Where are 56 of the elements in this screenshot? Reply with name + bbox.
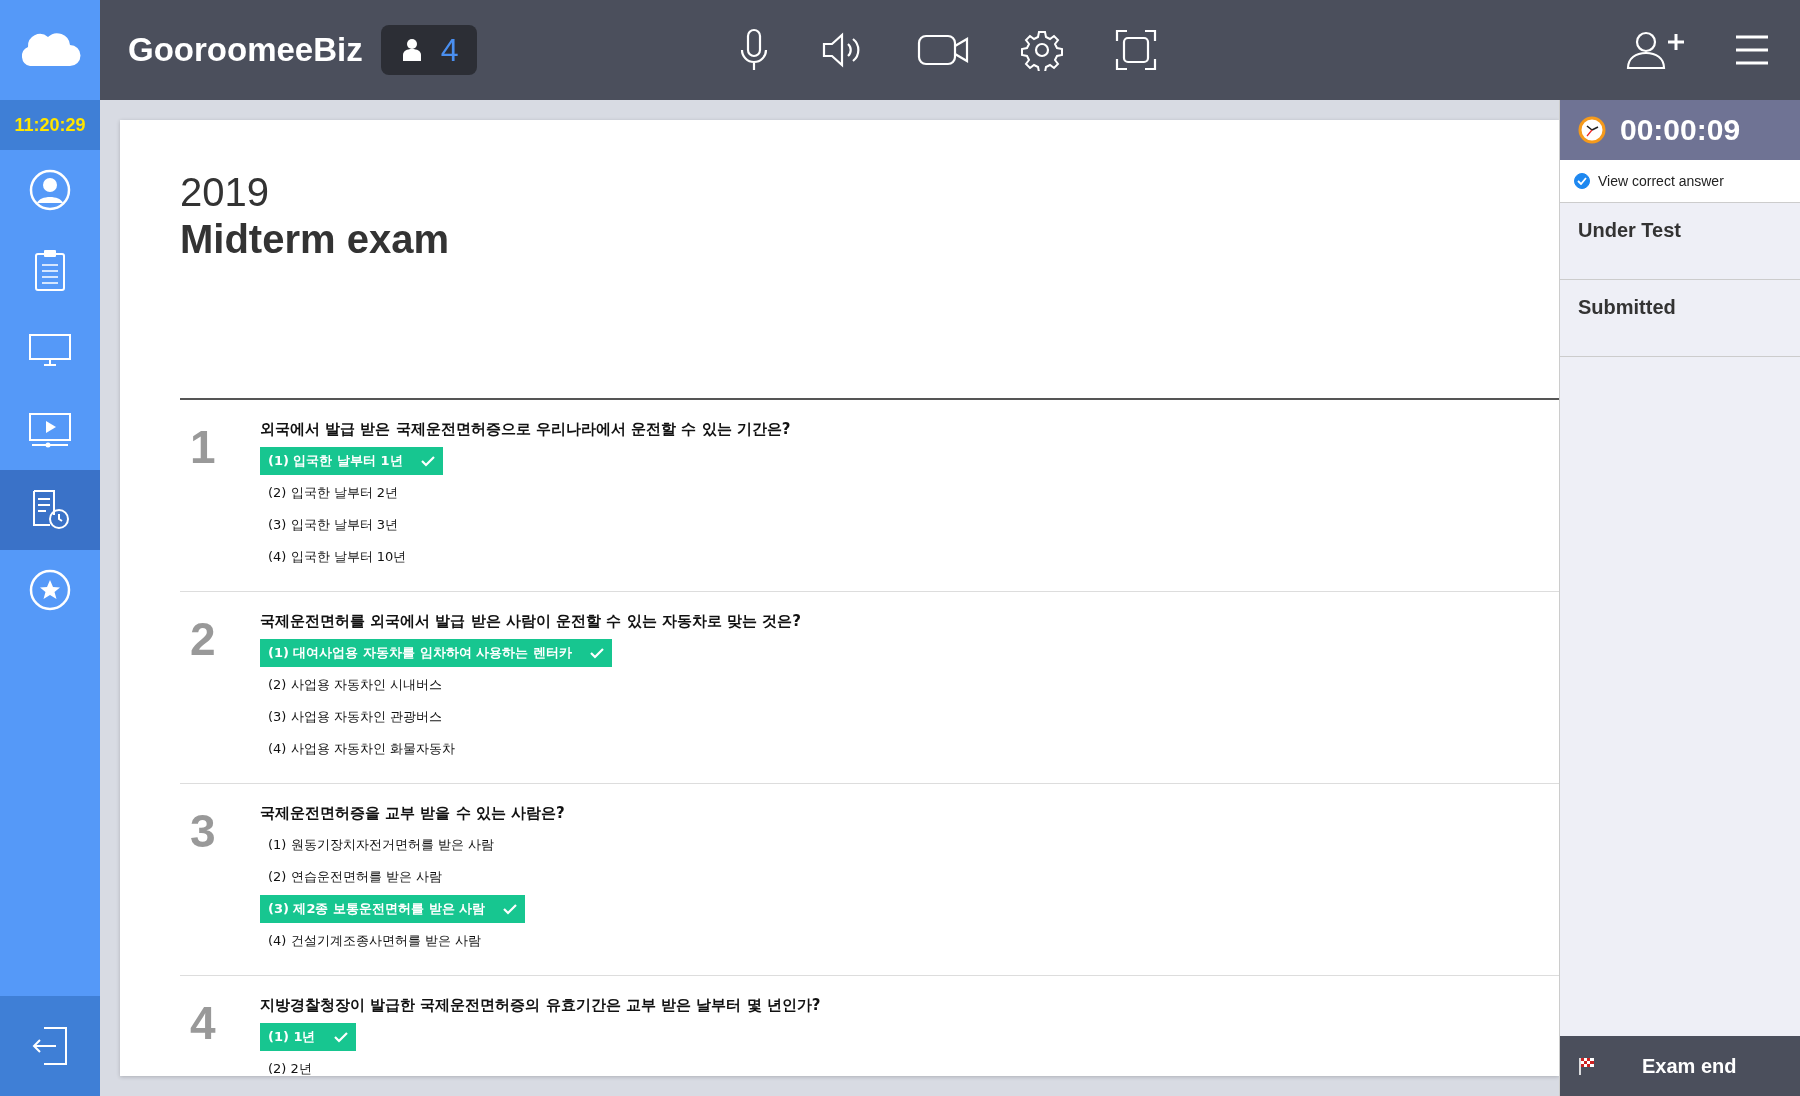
question-number: 3 xyxy=(190,804,217,859)
answer-option: (1) 입국한 날부터 1년 xyxy=(260,447,443,475)
answer-option: (1) 1년 xyxy=(260,1023,356,1051)
checkered-flag-icon xyxy=(1578,1057,1596,1075)
check-icon xyxy=(503,903,518,915)
answer-option: (2) 2년 xyxy=(260,1055,320,1076)
clipboard-icon xyxy=(33,248,67,292)
screen-capture-icon[interactable] xyxy=(1114,29,1157,71)
question-number: 1 xyxy=(190,420,217,475)
answer-option: (1) 대여사업용 자동차를 임차하여 사용하는 렌터카 xyxy=(260,639,612,667)
exam-nav-button[interactable] xyxy=(0,470,100,550)
checkbox-label: View correct answer xyxy=(1598,173,1724,189)
check-icon xyxy=(420,455,435,467)
exit-icon xyxy=(30,1024,70,1068)
question-number: 2 xyxy=(190,612,217,667)
exam-end-button[interactable]: Exam end xyxy=(1560,1036,1800,1096)
video-player-icon xyxy=(28,412,72,448)
timer-value: 00:00:09 xyxy=(1620,113,1741,147)
view-correct-answer-checkbox[interactable]: View correct answer xyxy=(1560,160,1800,203)
camera-icon[interactable] xyxy=(916,33,969,67)
answer-option: (4) 사업용 자동차인 화물자동차 xyxy=(260,735,463,763)
checkbox[interactable] xyxy=(1574,173,1590,189)
question-text: 국제운전면허를 외국에서 발급 받은 사람이 운전할 수 있는 자동차로 맞는 것은? xyxy=(260,612,801,631)
answer-option: (1) 원동기장치자전거면허를 받은 사람 xyxy=(260,831,502,859)
profile-icon xyxy=(28,168,72,212)
answer-option: (3) 입국한 날부터 3년 xyxy=(260,511,407,539)
monitor-icon xyxy=(28,333,72,367)
exam-title: Midterm exam xyxy=(180,217,450,262)
exam-year: 2019 xyxy=(180,170,270,215)
question-text: 국제운전면허증을 교부 받을 수 있는 사람은? xyxy=(260,804,565,823)
person-icon xyxy=(400,38,423,62)
brand-name: GooroomeeBiz xyxy=(128,31,363,69)
clock-icon xyxy=(1578,116,1606,144)
participant-count: 4 xyxy=(440,31,459,69)
answer-option: (4) 건설기계조종사면허를 받은 사람 xyxy=(260,927,489,955)
add-user-icon[interactable] xyxy=(1626,30,1686,70)
check-icon xyxy=(333,1031,348,1043)
question-number: 4 xyxy=(190,996,217,1051)
check-icon xyxy=(589,647,604,659)
status-section[interactable]: Submitted xyxy=(1560,280,1800,357)
answer-option: (3) 제2종 보통운전면허를 받은 사람 xyxy=(260,895,526,923)
menu-icon[interactable] xyxy=(1734,34,1770,66)
exit-button[interactable] xyxy=(0,996,100,1096)
question-text: 외국에서 발급 받은 국제운전면허증으로 우리나라에서 운전할 수 있는 기간은? xyxy=(260,420,791,439)
answer-option: (2) 입국한 날부터 2년 xyxy=(260,479,407,507)
microphone-icon[interactable] xyxy=(738,28,769,72)
answer-option: (4) 입국한 날부터 10년 xyxy=(260,543,415,571)
answer-option: (2) 연습운전면허를 받은 사람 xyxy=(260,863,450,891)
question-text: 지방경찰청장이 발급한 국제운전면허증의 유효기간은 교부 받은 날부터 몇 년인가? xyxy=(260,996,821,1015)
answer-option: (2) 사업용 자동차인 시내버스 xyxy=(260,671,450,699)
clock-time: 11:20:29 xyxy=(0,100,100,150)
check-icon xyxy=(1577,177,1587,185)
status-section[interactable]: Under Test xyxy=(1560,203,1800,280)
answer-option: (3) 사업용 자동차인 관광버스 xyxy=(260,703,450,731)
settings-icon[interactable] xyxy=(1020,29,1063,71)
participant-count-badge[interactable]: 4 xyxy=(380,25,477,75)
